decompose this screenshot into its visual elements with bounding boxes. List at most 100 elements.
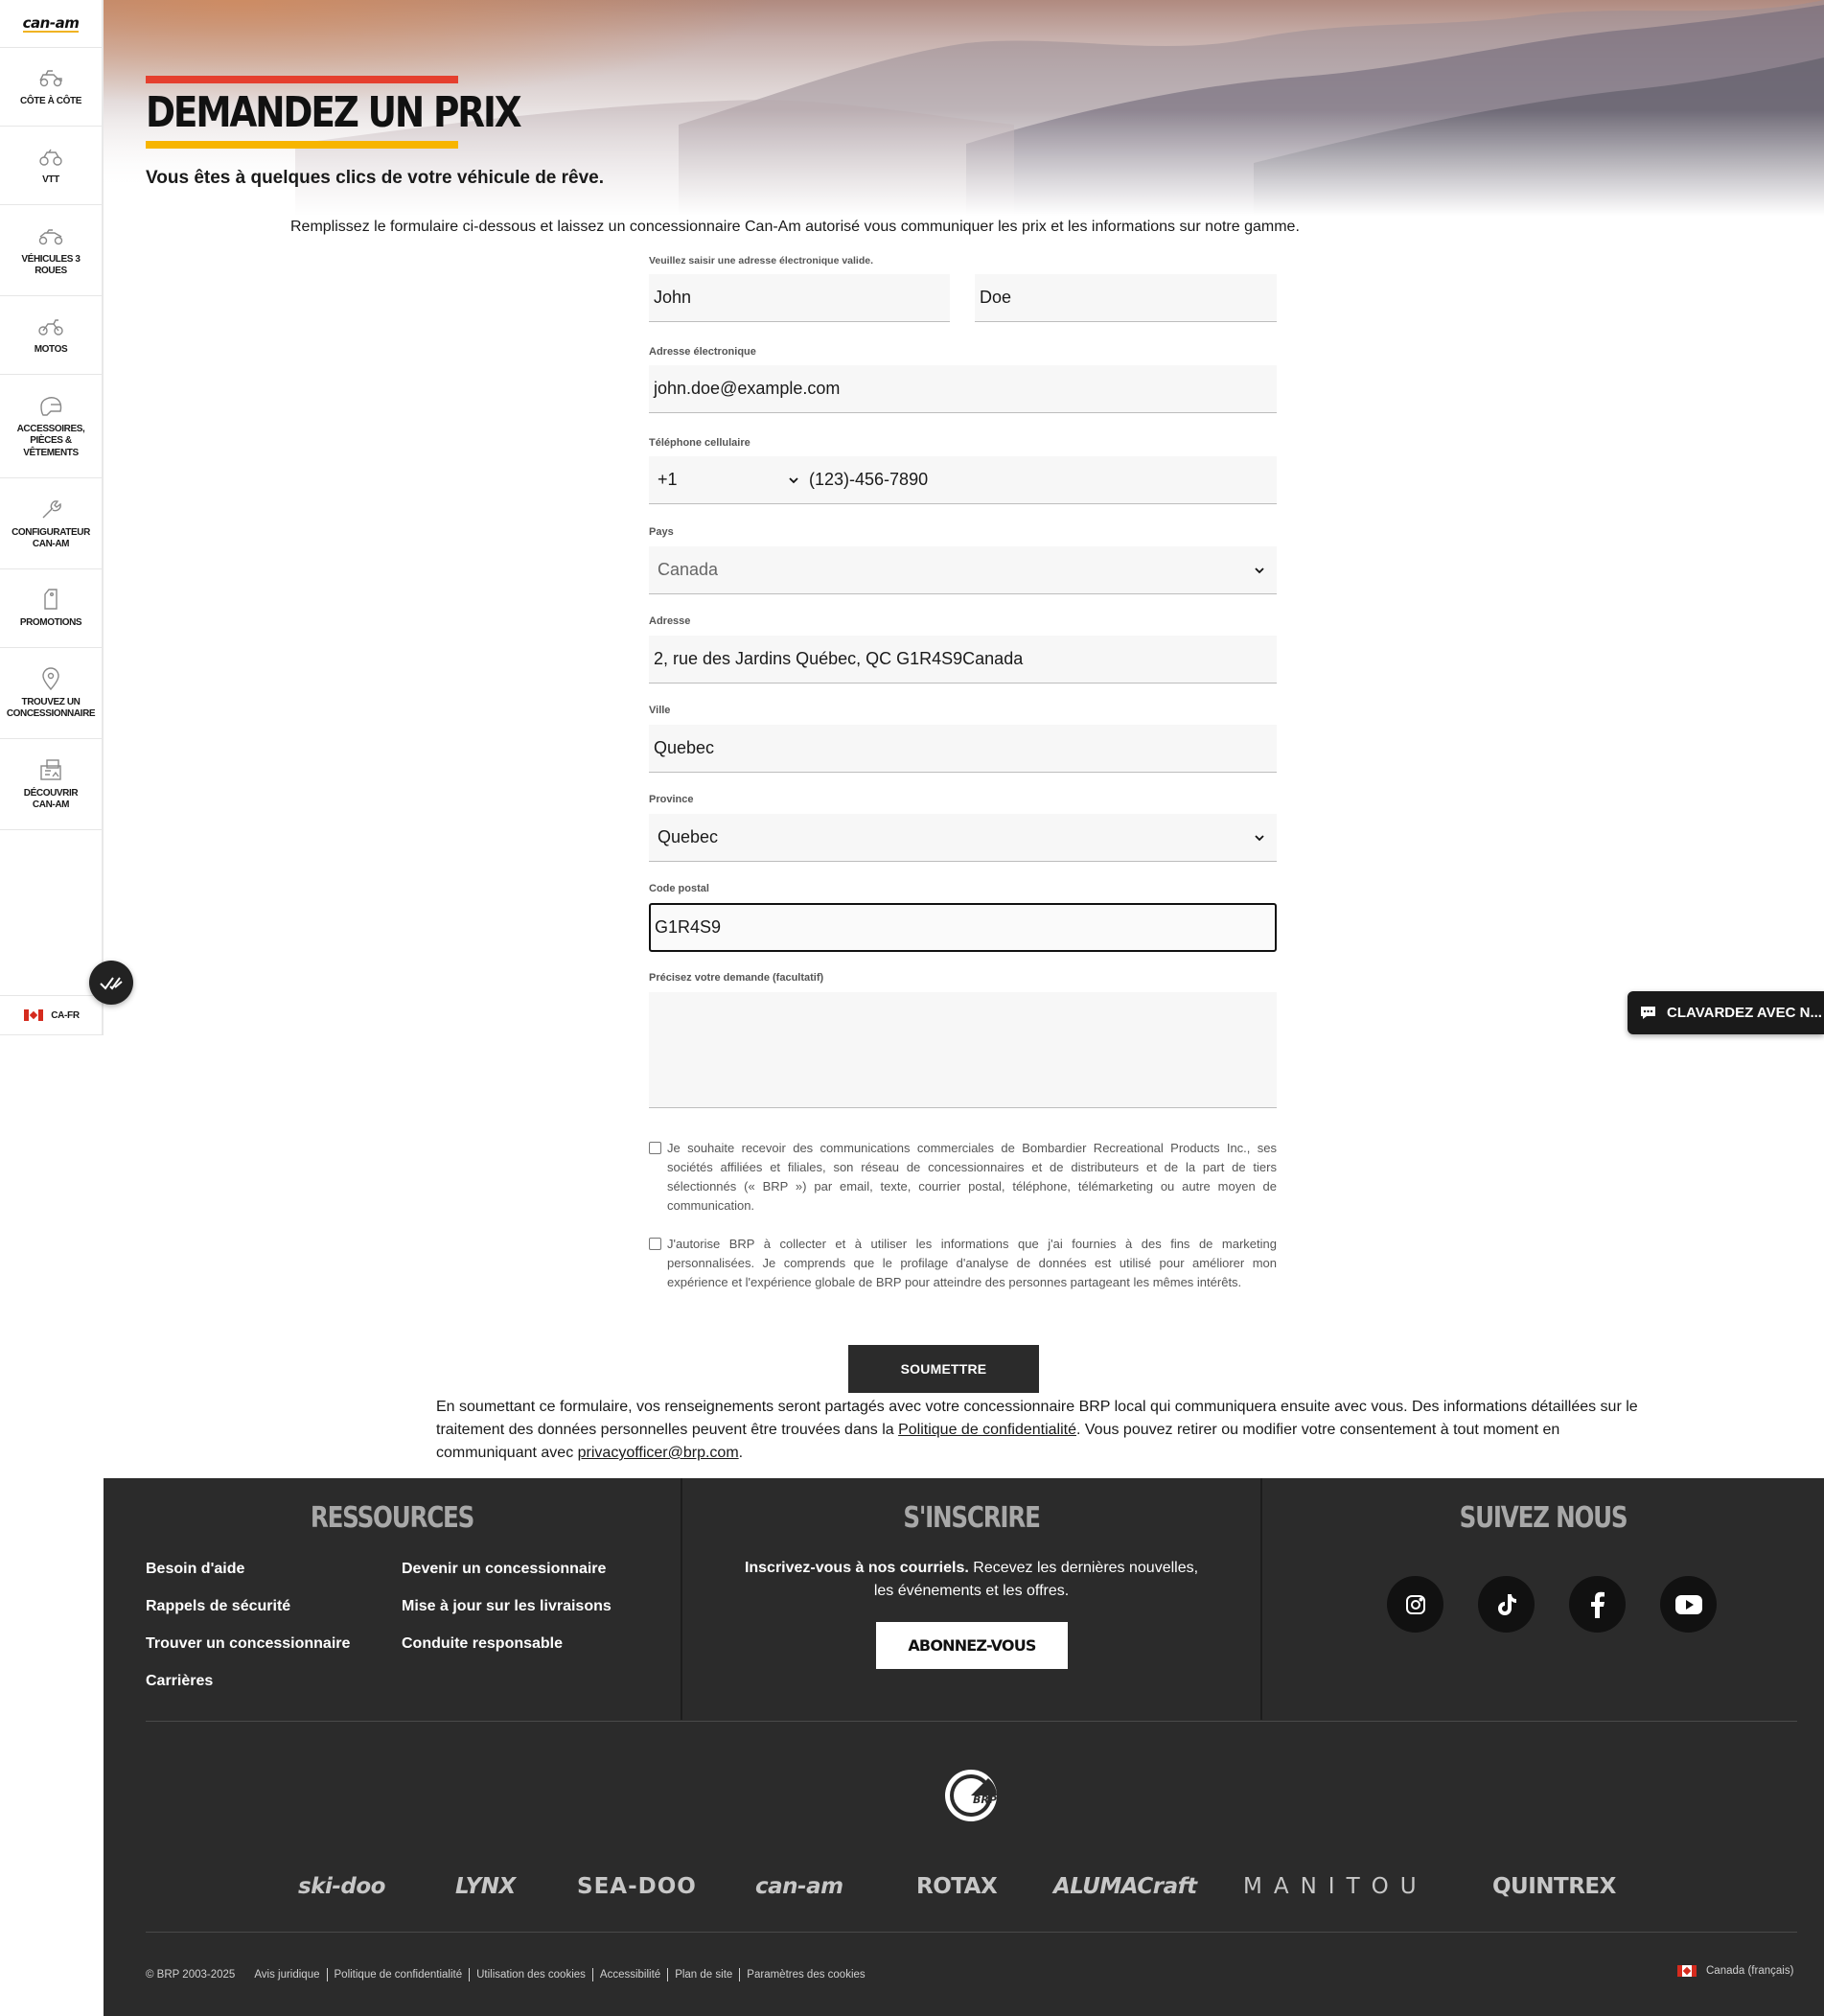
can-am-logo[interactable]: can-am [0,0,102,48]
link-accessibilite[interactable]: Accessibilité [600,1969,660,1981]
sidebar-item-vtt[interactable]: VTT [0,127,102,205]
canada-flag-icon [24,1009,44,1021]
submit-button[interactable]: SOUMETTRE [848,1345,1039,1393]
sidebar-item-label: TROUVEZ UN CONCESSIONNAIRE [6,696,96,720]
link-mise-a-jour-livraisons[interactable]: Mise à jour sur les livraisons [402,1598,612,1615]
logo-text: can-am [22,13,80,33]
three-wheel-icon [38,228,63,244]
sidebar-item-label: ACCESSOIRES, PIÈCES & VÊTEMENTS [16,423,85,458]
email-input[interactable]: john.doe@example.com [649,365,1277,413]
chat-bubble-icon [1641,1007,1655,1019]
youtube-icon[interactable] [1660,1576,1717,1633]
sidebar-item-promotions[interactable]: PROMOTIONS [0,569,102,648]
brand-alumacraft[interactable]: ALUMACraft [1053,1874,1197,1899]
wrench-icon [42,499,61,518]
brand-manitou[interactable]: MANITOU [1243,1874,1428,1899]
motorcycle-icon [38,319,63,336]
province-select[interactable]: Quebec [649,814,1277,862]
brand-can-am[interactable]: can-am [755,1874,843,1899]
sidebar-item-accessoires[interactable]: ACCESSOIRES, PIÈCES & VÊTEMENTS [0,375,102,478]
chat-label: CLAVARDEZ AVEC N... [1667,1005,1822,1021]
consent-profiling-checkbox[interactable] [649,1238,661,1250]
address-label: Adresse [649,615,691,627]
request-label: Précisez votre demande (facultatif) [649,972,824,984]
accessibility-button[interactable] [89,961,133,1005]
sidebar-item-vehicules-3-roues[interactable]: VÉHICULES 3 ROUES [0,205,102,296]
link-trouver-concessionnaire[interactable]: Trouver un concessionnaire [146,1635,350,1653]
consent-marketing: Je souhaite recevoir des communications … [649,1139,1277,1216]
sidebar-item-cote-a-cote[interactable]: CÔTE À CÔTE [0,48,102,127]
link-avis-juridique[interactable]: Avis juridique [254,1969,319,1981]
link-plan-de-site[interactable]: Plan de site [675,1969,732,1981]
privacy-policy-link[interactable]: Politique de confidentialité [898,1422,1076,1438]
resources-title: RESSOURCES [310,1501,474,1535]
sidebar: can-am CÔTE À CÔTE VTT VÉHICULES 3 ROUES… [0,0,104,1035]
locale-label: CA-FR [51,1009,80,1021]
privacy-notice: En soumettant ce formulaire, vos renseig… [436,1396,1644,1465]
footer: RESSOURCES Besoin d'aide Rappels de sécu… [104,1478,1824,2016]
brand-sea-doo[interactable]: SEA-DOO [577,1874,697,1899]
footer-legal-bar: © BRP 2003-2025 Avis juridique Politique d… [146,1968,866,1981]
email-label: Adresse électronique [649,346,756,358]
chevron-down-icon [789,476,798,483]
link-devenir-concessionnaire[interactable]: Devenir un concessionnaire [402,1561,606,1578]
location-pin-icon [42,666,59,690]
link-politique-confidentialite[interactable]: Politique de confidentialité [335,1969,463,1981]
sidebar-item-configurateur[interactable]: CONFIGURATEUR CAN-AM [0,478,102,569]
ssv-icon [39,70,62,87]
phone-country-code-select[interactable]: +1 [649,470,807,490]
privacy-email-link[interactable]: privacyofficer@brp.com [578,1445,739,1461]
country-select[interactable]: Canada [649,546,1277,594]
province-label: Province [649,794,694,805]
link-carrieres[interactable]: Carrières [146,1673,213,1690]
brand-quintrex[interactable]: QUINTREX [1492,1874,1616,1899]
postal-code-label: Code postal [649,883,709,894]
brp-logo[interactable]: BRP [943,1768,999,1823]
sidebar-item-label: VTT [42,174,59,186]
phone-input[interactable]: (123)-456-7890 [807,470,928,490]
request-textarea[interactable] [649,992,1277,1108]
sidebar-item-trouvez-concessionnaire[interactable]: TROUVEZ UN CONCESSIONNAIRE [0,648,102,739]
name-hint: Veuillez saisir une adresse électronique… [649,255,874,266]
sidebar-item-decouvrir[interactable]: DÉCOUVRIR CAN-AM [0,739,102,830]
sidebar-item-motos[interactable]: MOTOS [0,296,102,375]
address-input[interactable]: 2, rue des Jardins Québec, QC G1R4S9Cana… [649,636,1277,684]
link-utilisation-cookies[interactable]: Utilisation des cookies [476,1969,586,1981]
facebook-icon[interactable] [1569,1576,1626,1633]
title-accent-yellow [146,141,458,149]
tiktok-icon[interactable] [1478,1576,1535,1633]
footer-resources: RESSOURCES Besoin d'aide Rappels de sécu… [104,1478,681,1720]
region-selector[interactable]: Canada (français) [1677,1965,1793,1977]
subscribe-button[interactable]: ABONNEZ-VOUS [876,1622,1068,1669]
footer-separator [146,1932,1797,1933]
page: can-am CÔTE À CÔTE VTT VÉHICULES 3 ROUES… [0,0,1824,2016]
last-name-input[interactable]: Doe [975,274,1277,322]
brand-lynx[interactable]: LYNX [455,1874,516,1899]
postal-code-input[interactable]: G1R4S9 [649,903,1277,952]
instagram-icon[interactable] [1387,1576,1443,1633]
first-name-input[interactable]: John [649,274,950,322]
page-title-block: DEMANDEZ UN PRIX [146,76,586,149]
discover-icon [40,758,61,780]
brand-ski-doo[interactable]: ski-doo [298,1874,385,1899]
sidebar-item-label: CONFIGURATEUR CAN-AM [12,526,90,550]
helmet-icon [40,396,62,416]
sidebar-item-label: MOTOS [34,344,68,356]
brand-rotax[interactable]: ROTAX [916,1874,998,1899]
link-besoin-aide[interactable]: Besoin d'aide [146,1561,244,1578]
link-parametres-cookies[interactable]: Paramètres des cookies [747,1969,865,1981]
chat-button[interactable]: CLAVARDEZ AVEC N... [1628,991,1824,1034]
city-input[interactable]: Quebec [649,725,1277,773]
page-subtitle: Vous êtes à quelques clics de votre véhi… [146,168,605,188]
sidebar-item-label: DÉCOUVRIR CAN-AM [23,787,79,811]
sidebar-item-label: PROMOTIONS [19,617,82,629]
sidebar-item-label: VÉHICULES 3 ROUES [21,253,81,277]
locale-switcher[interactable]: CA-FR [0,995,104,1035]
consent-marketing-checkbox[interactable] [649,1142,661,1154]
phone-label: Téléphone cellulaire [649,437,750,449]
phone-country-code: +1 [658,470,678,489]
consent-profiling: J'autorise BRP à collecter et à utiliser… [649,1235,1277,1292]
footer-separator [146,1721,1797,1722]
link-conduite-responsable[interactable]: Conduite responsable [402,1635,563,1653]
link-rappels-securite[interactable]: Rappels de sécurité [146,1598,290,1615]
